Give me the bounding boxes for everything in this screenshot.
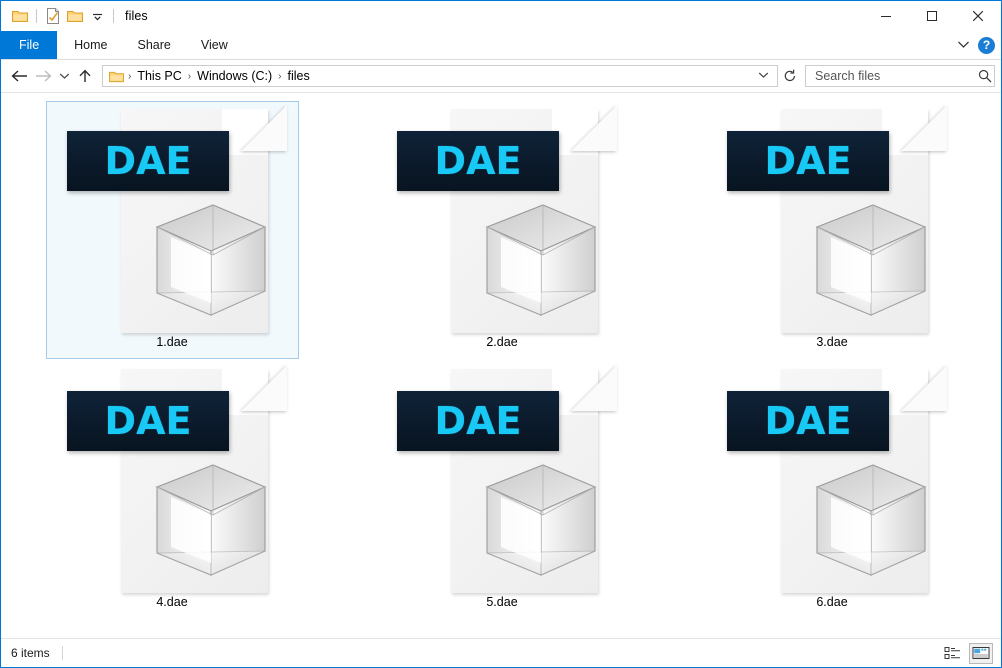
dae-type-label: DAE	[764, 399, 852, 443]
breadcrumb-item-files[interactable]: files	[284, 69, 314, 83]
folder-icon[interactable]	[9, 5, 31, 27]
glass-cube-icon	[151, 203, 271, 325]
dae-file-icon: DAE	[717, 365, 947, 593]
title-bar: files	[1, 0, 1001, 31]
breadcrumb-separator-1[interactable]: ›	[186, 71, 193, 82]
new-folder-icon[interactable]	[64, 5, 86, 27]
qat-divider-1	[36, 9, 37, 23]
customize-qat-dropdown-icon[interactable]	[86, 5, 108, 27]
file-explorer-window: files File Home Share View ? › This PC ›…	[0, 0, 1002, 668]
ribbon-tab-bar: File Home Share View ?	[1, 31, 1001, 60]
tab-file[interactable]: File	[1, 31, 58, 59]
help-icon[interactable]: ?	[978, 36, 995, 54]
up-button[interactable]	[73, 64, 97, 88]
breadcrumb-separator-2[interactable]: ›	[276, 71, 283, 82]
file-cell: DAE 4.dae	[7, 359, 337, 619]
file-name-label: 2.dae	[486, 335, 518, 349]
search-box[interactable]	[805, 65, 995, 87]
search-icon[interactable]	[978, 69, 992, 83]
status-divider	[61, 646, 63, 660]
ribbon-right-controls: ?	[957, 31, 995, 59]
page-fold-corner-icon	[241, 105, 287, 151]
forward-button[interactable]	[31, 64, 55, 88]
glass-cube-icon	[811, 463, 931, 585]
file-cell: DAE 6.dae	[667, 359, 997, 619]
file-item-5[interactable]: DAE 5.dae	[376, 361, 629, 619]
dae-file-icon: DAE	[57, 105, 287, 333]
file-item-6[interactable]: DAE 6.dae	[706, 361, 959, 619]
dae-type-banner: DAE	[397, 391, 559, 451]
dae-type-label: DAE	[104, 139, 192, 183]
details-view-icon[interactable]	[941, 643, 965, 664]
dae-type-banner: DAE	[727, 391, 889, 451]
dae-file-icon: DAE	[57, 365, 287, 593]
dae-type-banner: DAE	[727, 131, 889, 191]
tab-home[interactable]: Home	[59, 31, 122, 59]
dae-file-icon: DAE	[387, 105, 617, 333]
glass-cube-icon	[811, 203, 931, 325]
glass-cube-icon	[481, 463, 601, 585]
page-fold-corner-icon	[571, 105, 617, 151]
breadcrumb-folder-icon	[107, 70, 126, 83]
breadcrumb-separator-0[interactable]: ›	[126, 71, 133, 82]
minimize-button[interactable]	[863, 1, 909, 31]
file-cell: DAE 5.dae	[337, 359, 667, 619]
glass-cube-icon	[481, 203, 601, 325]
page-fold-corner-icon	[901, 105, 947, 151]
dae-type-banner: DAE	[67, 391, 229, 451]
recent-locations-chevron-down-icon[interactable]	[55, 64, 73, 88]
file-item-2[interactable]: DAE 2.dae	[376, 101, 629, 359]
dae-type-banner: DAE	[397, 131, 559, 191]
breadcrumb-item-this-pc[interactable]: This PC	[133, 69, 185, 83]
file-cell: DAE 1.dae	[7, 99, 337, 359]
quick-access-toolbar: files	[1, 5, 148, 27]
file-item-3[interactable]: DAE 3.dae	[706, 101, 959, 359]
dae-file-icon: DAE	[387, 365, 617, 593]
breadcrumb-item-windows-c[interactable]: Windows (C:)	[193, 69, 276, 83]
file-name-label: 6.dae	[816, 595, 848, 609]
tab-share[interactable]: Share	[123, 31, 186, 59]
file-name-label: 1.dae	[156, 335, 188, 349]
tab-view[interactable]: View	[186, 31, 243, 59]
dae-type-label: DAE	[764, 139, 852, 183]
file-list-view[interactable]: DAE 1.dae DAE 2.dae DAE 3.dae DAE 4.dae …	[1, 93, 1001, 638]
close-button[interactable]	[955, 1, 1001, 31]
dae-type-label: DAE	[434, 139, 522, 183]
file-cell: DAE 2.dae	[337, 99, 667, 359]
dae-file-icon: DAE	[717, 105, 947, 333]
view-toggle-buttons	[941, 642, 993, 664]
address-bar: › This PC › Windows (C:) › files	[1, 60, 1001, 93]
window-controls	[863, 1, 1001, 31]
page-fold-corner-icon	[901, 365, 947, 411]
properties-icon[interactable]	[42, 5, 64, 27]
page-fold-corner-icon	[241, 365, 287, 411]
expand-ribbon-chevron-down-icon[interactable]	[957, 36, 970, 54]
large-icons-view-icon[interactable]	[969, 642, 993, 664]
item-count-label: 6 items	[11, 646, 50, 660]
glass-cube-icon	[151, 463, 271, 585]
dae-type-banner: DAE	[67, 131, 229, 191]
back-button[interactable]	[7, 64, 31, 88]
window-title: files	[125, 9, 148, 23]
file-grid: DAE 1.dae DAE 2.dae DAE 3.dae DAE 4.dae …	[1, 93, 1001, 619]
file-name-label: 4.dae	[156, 595, 188, 609]
file-name-label: 5.dae	[486, 595, 518, 609]
file-cell: DAE 3.dae	[667, 99, 997, 359]
maximize-button[interactable]	[909, 1, 955, 31]
file-item-4[interactable]: DAE 4.dae	[46, 361, 299, 619]
address-dropdown-chevron-down-icon[interactable]	[752, 70, 775, 82]
file-name-label: 3.dae	[816, 335, 848, 349]
status-bar: 6 items	[1, 638, 1001, 667]
dae-type-label: DAE	[104, 399, 192, 443]
search-input[interactable]	[813, 68, 978, 84]
refresh-icon[interactable]	[778, 65, 802, 87]
breadcrumb[interactable]: › This PC › Windows (C:) › files	[102, 65, 778, 87]
dae-type-label: DAE	[434, 399, 522, 443]
qat-divider-2	[113, 9, 114, 23]
file-item-1[interactable]: DAE 1.dae	[45, 101, 299, 359]
page-fold-corner-icon	[571, 365, 617, 411]
